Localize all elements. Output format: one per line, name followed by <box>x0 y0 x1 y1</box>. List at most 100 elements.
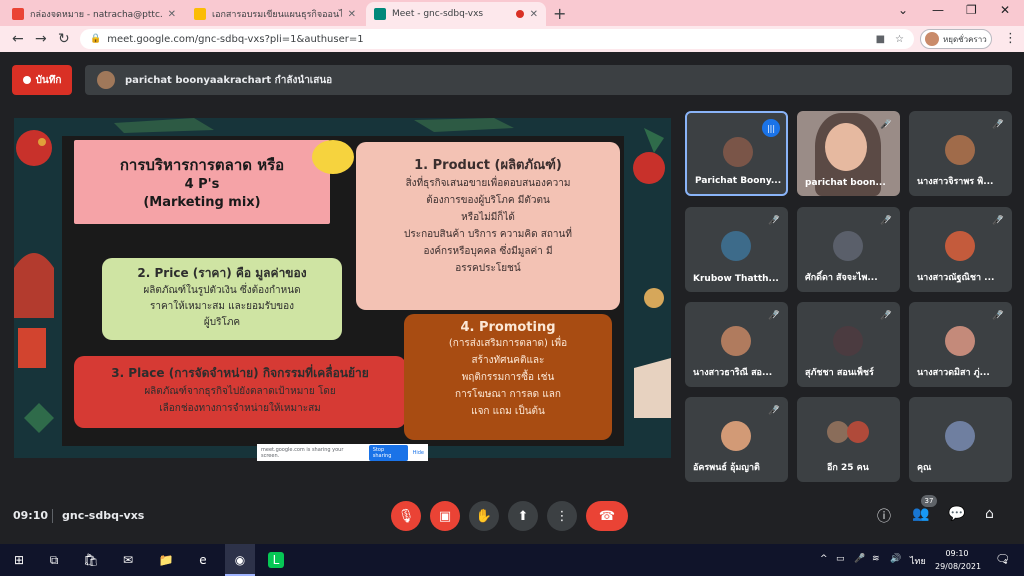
avatar <box>833 326 863 356</box>
windows-start-icon[interactable]: ⊞ <box>11 552 27 568</box>
taskbar-clock[interactable]: 09:10 29/08/2021 <box>935 547 981 573</box>
avatar <box>925 32 939 46</box>
mail-icon[interactable]: ✉ <box>120 552 136 568</box>
camera-toggle-button[interactable]: ▣ <box>430 501 460 531</box>
close-icon[interactable]: ✕ <box>348 9 356 20</box>
mic-off-icon: 🎤̸ <box>992 311 1004 321</box>
participant-tile[interactable]: 🎤̸ สุภัชชา สอนเพ็ชร์ <box>797 302 900 387</box>
battery-icon[interactable]: ▭ <box>836 554 845 564</box>
task-view-icon[interactable]: ⧉ <box>46 552 62 568</box>
more-participants-tile[interactable]: อีก 25 คน <box>797 397 900 482</box>
product-line: ต้องการของผู้บริโภค มีตัวตน <box>426 195 550 206</box>
tray-chevron-icon[interactable]: ^ <box>820 554 828 564</box>
mic-off-icon: 🎤̸ <box>768 216 780 226</box>
participant-tile[interactable]: 🎤̸ parichat boon... <box>797 111 900 196</box>
mic-off-icon: 🎤̸ <box>880 120 892 130</box>
participant-tile[interactable]: 🎤̸ นางสาวดมิสา ภู่... <box>909 302 1012 387</box>
tab-gmail[interactable]: กล่องจดหมาย - natracha@pttc.ac.t ✕ <box>4 2 184 26</box>
back-button[interactable]: ← <box>12 31 24 47</box>
edge-icon[interactable]: e <box>195 552 211 568</box>
record-button[interactable]: บันทึก <box>12 65 72 95</box>
forward-button[interactable]: → <box>35 31 47 47</box>
info-icon[interactable]: ⓘ <box>877 506 891 526</box>
product-line: อรรคประโยชน์ <box>455 263 521 274</box>
meet-icon <box>374 8 386 20</box>
price-box: 2. Price (ราคา) คือ มูลค่าของ ผลิตภัณฑ์ใ… <box>102 258 342 340</box>
address-bar[interactable]: 🔒 meet.google.com/gnc-sdbq-vxs?pli=1&aut… <box>80 29 914 49</box>
participant-tile[interactable]: 🎤̸ อัครพนธ์ อุ้มญาติ <box>685 397 788 482</box>
browser-menu-icon[interactable]: ⋮ <box>1004 31 1017 46</box>
screen-share-notice: meet.google.com is sharing your screen. … <box>257 444 428 461</box>
video-face <box>825 123 867 171</box>
raise-hand-button[interactable]: ✋ <box>469 501 499 531</box>
minimize-button[interactable]: — <box>932 3 944 17</box>
taskbar-time: 09:10 <box>945 549 969 558</box>
avatar <box>945 421 975 451</box>
tab-docs[interactable]: เอกสารอบรมเขียนแผนธุรกิจออนไลน์ ป ✕ <box>186 2 364 26</box>
chat-icon[interactable]: 💬 <box>948 506 965 522</box>
participant-tile[interactable]: 🎤̸ นางสาวจิราพร พิ... <box>909 111 1012 196</box>
promoting-heading: 4. Promoting <box>460 320 556 335</box>
speaking-indicator-icon: ||| <box>762 119 780 137</box>
divider <box>52 509 53 523</box>
meet-control-bar: 09:10 gnc-sdbq-vxs 🎙 ▣ ✋ ⬆ ⋮ ☎ ⓘ 37 👥 💬 … <box>0 490 1024 542</box>
hide-notice-button[interactable]: Hide <box>413 450 424 456</box>
participant-tile[interactable]: ||| Parichat Boony... <box>685 111 788 196</box>
wifi-icon[interactable]: ≋ <box>872 554 880 564</box>
mic-tray-icon[interactable]: 🎤 <box>854 554 865 564</box>
participant-name: คุณ <box>917 463 932 473</box>
windows-taskbar: ⊞ ⧉ 🛍 ✉ 📁 e ◉ L ^ ▭ 🎤 ≋ 🔊 ไทย 09:10 29/0… <box>0 544 1024 576</box>
mic-toggle-button[interactable]: 🎙 <box>391 501 421 531</box>
new-tab-button[interactable]: + <box>553 4 566 23</box>
input-language[interactable]: ไทย <box>910 554 926 568</box>
participant-tile[interactable]: 🎤̸ ศักดิ์ดา สัจจะไพ... <box>797 207 900 292</box>
store-icon[interactable]: 🛍 <box>83 552 99 568</box>
more-options-button[interactable]: ⋮ <box>547 501 577 531</box>
camera-icon[interactable]: ■ <box>876 34 885 45</box>
people-icon[interactable]: 👥 <box>912 506 929 522</box>
presenting-text: parichat boonyaakrachart กำลังนำเสนอ <box>125 74 333 86</box>
close-icon[interactable]: ✕ <box>168 9 176 20</box>
participant-name: นางสาวธาริณี สอ... <box>693 368 773 378</box>
mic-off-icon: 🎤̸ <box>768 406 780 416</box>
file-explorer-icon[interactable]: 📁 <box>158 552 174 568</box>
profile-button[interactable]: หยุดชั่วคราว <box>920 29 992 49</box>
tab-label: Meet - gnc-sdbq-vxs <box>392 9 484 19</box>
tab-search-icon[interactable]: ⌄ <box>898 3 908 17</box>
participant-tile[interactable]: 🎤̸ นางสาวณัฐณิชา ... <box>909 207 1012 292</box>
participant-name: นางสาวณัฐณิชา ... <box>917 273 995 283</box>
stop-sharing-button[interactable]: Stop sharing <box>368 444 408 461</box>
participant-name: ศักดิ์ดา สัจจะไพ... <box>805 273 878 283</box>
more-participants-label: อีก 25 คน <box>827 463 869 473</box>
camera-off-icon: ▣ <box>438 508 452 524</box>
reload-button[interactable]: ↻ <box>58 31 70 47</box>
close-window-button[interactable]: ✕ <box>1000 3 1010 17</box>
sun-decoration-icon <box>312 140 354 174</box>
close-icon[interactable]: ✕ <box>530 9 538 20</box>
price-line: ราคาให้เหมาะสม และยอมรับของ <box>149 301 295 312</box>
present-button[interactable]: ⬆ <box>508 501 538 531</box>
participant-tile[interactable]: 🎤̸ นางสาวธาริณี สอ... <box>685 302 788 387</box>
participant-tile[interactable]: 🎤̸ Krubow Thatth... <box>685 207 788 292</box>
slide-title-line3: (Marketing mix) <box>143 195 261 210</box>
self-tile[interactable]: คุณ <box>909 397 1012 482</box>
lock-icon[interactable]: 🔒 <box>90 34 101 44</box>
avatar <box>723 137 753 167</box>
participant-name: นางสาวจิราพร พิ... <box>917 177 994 187</box>
maximize-button[interactable]: ❐ <box>966 3 977 17</box>
slide-title-line2: 4 P's <box>184 177 220 192</box>
product-box: 1. Product (ผลิตภัณฑ์) สิ่งที่ธุรกิจเสนอ… <box>356 142 620 310</box>
activities-icon[interactable]: ⌂ <box>985 506 994 522</box>
volume-icon[interactable]: 🔊 <box>890 554 901 564</box>
presentation-view: การบริหารการตลาด หรือ 4 P's (Marketing m… <box>14 118 671 458</box>
participant-name: Parichat Boony... <box>695 176 782 186</box>
price-line: ผู้บริโภค <box>203 317 241 328</box>
record-label: บันทึก <box>35 74 62 86</box>
avatar <box>827 421 849 443</box>
line-app-icon[interactable]: L <box>268 552 284 568</box>
leave-call-button[interactable]: ☎ <box>586 501 628 531</box>
slide-title-line1: การบริหารการตลาด หรือ <box>119 156 285 174</box>
tab-meet[interactable]: Meet - gnc-sdbq-vxs ✕ <box>366 2 546 26</box>
notification-count: 4 <box>1003 558 1008 566</box>
bookmark-star-icon[interactable]: ☆ <box>895 34 904 45</box>
